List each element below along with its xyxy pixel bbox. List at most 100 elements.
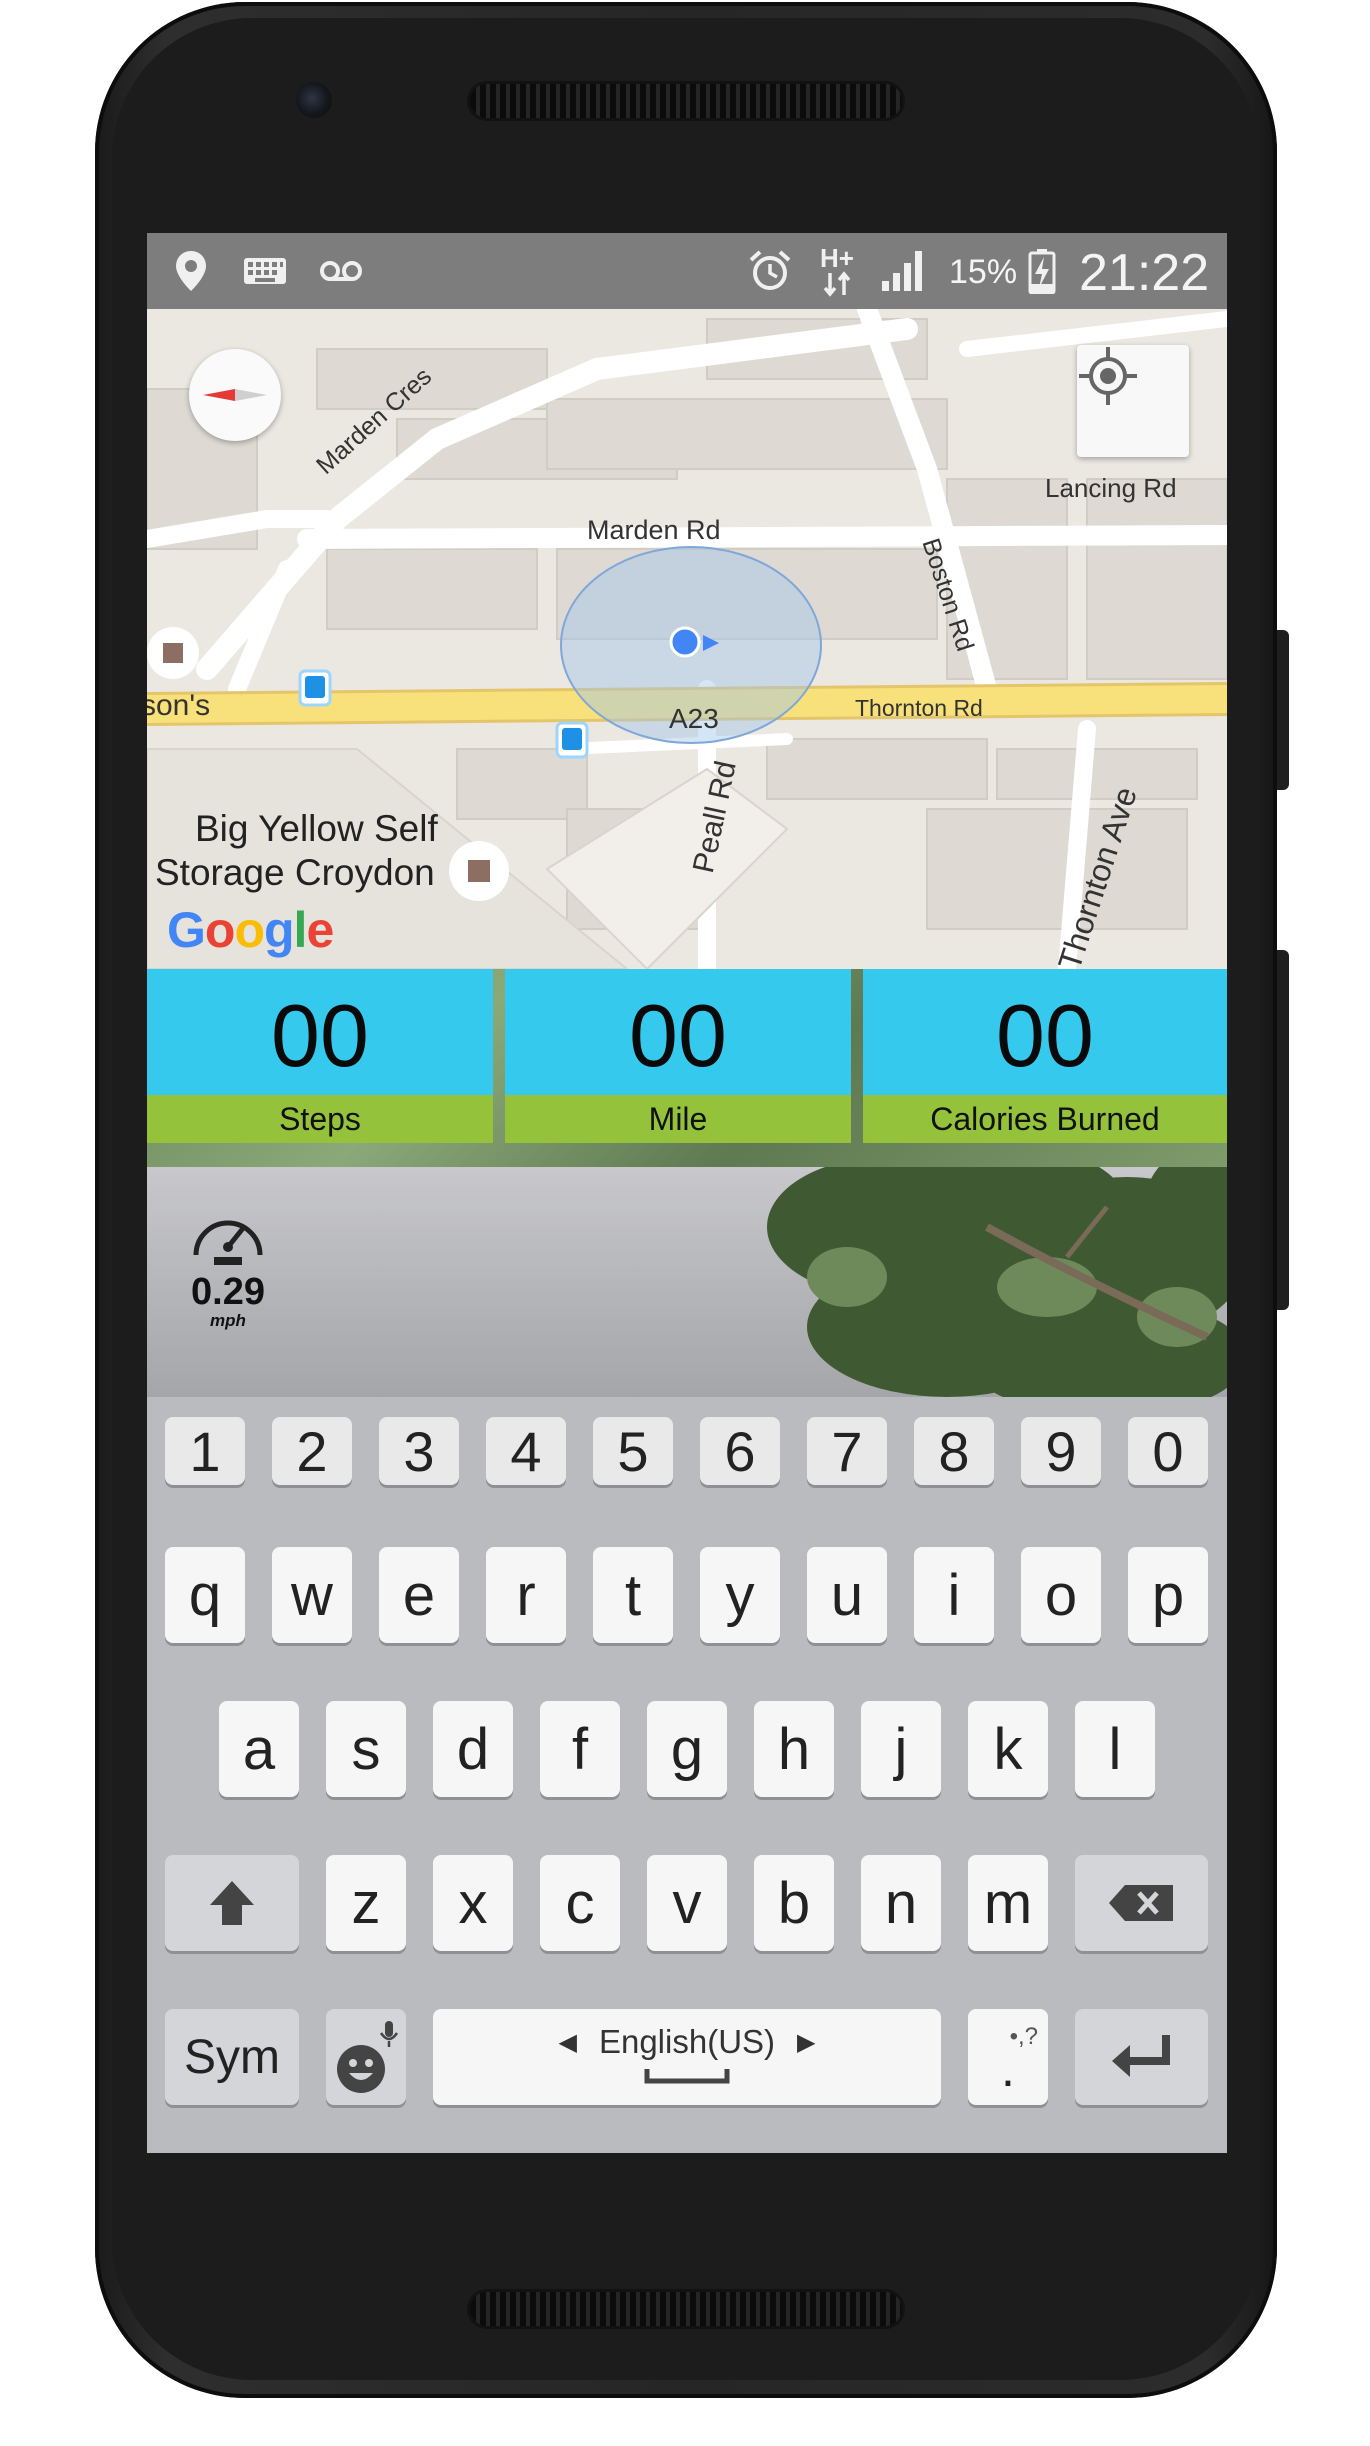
voicemail-icon	[317, 249, 365, 293]
poi-label-line1: Big Yellow Self	[195, 808, 438, 849]
enter-key[interactable]	[1075, 2009, 1208, 2105]
enter-icon	[1111, 2035, 1170, 2077]
signal-bars-icon	[879, 249, 931, 293]
location-pin-icon	[171, 249, 211, 293]
key-t[interactable]: t	[593, 1547, 673, 1643]
power-button[interactable]	[1277, 630, 1289, 790]
emoji-mic-icon	[337, 2021, 399, 2093]
next-language-icon: ▶	[797, 2028, 816, 2056]
key-g[interactable]: g	[647, 1701, 727, 1797]
poi-marker-icon[interactable]	[147, 627, 199, 679]
key-c[interactable]: c	[540, 1855, 620, 1951]
key-5[interactable]: 5	[593, 1417, 673, 1485]
space-language-label: English(US)	[598, 2023, 776, 2060]
emoji-key[interactable]	[326, 2009, 406, 2105]
crosshair-icon	[1079, 347, 1137, 405]
speed-unit: mph	[210, 1311, 246, 1330]
key-x[interactable]: x	[433, 1855, 513, 1951]
key-f[interactable]: f	[540, 1701, 620, 1797]
key-r[interactable]: r	[486, 1547, 566, 1643]
key-w[interactable]: w	[272, 1547, 352, 1643]
key-y[interactable]: y	[700, 1547, 780, 1643]
key-e[interactable]: e	[379, 1547, 459, 1643]
key-7[interactable]: 7	[807, 1417, 887, 1485]
poi-label[interactable]: Big Yellow Self Storage Croydon	[155, 807, 438, 895]
key-u[interactable]: u	[807, 1547, 887, 1643]
poi-marker-icon[interactable]	[449, 841, 509, 901]
volume-button[interactable]	[1277, 950, 1289, 1310]
speedometer-widget: 0.29 mph	[183, 1203, 273, 1330]
key-s[interactable]: s	[326, 1701, 406, 1797]
key-k[interactable]: k	[968, 1701, 1048, 1797]
key-9[interactable]: 9	[1021, 1417, 1101, 1485]
key-b[interactable]: b	[754, 1855, 834, 1951]
period-label: .	[1001, 2041, 1015, 2097]
tree-foliage	[767, 1167, 1227, 1397]
steps-value: 00	[147, 969, 493, 1095]
bottom-speaker-grille	[470, 2292, 902, 2326]
bus-stop-icon[interactable]	[555, 721, 589, 759]
space-key[interactable]: ◀ English(US) ▶	[433, 2009, 941, 2105]
key-z[interactable]: z	[326, 1855, 406, 1951]
alarm-clock-icon	[745, 249, 795, 293]
key-a[interactable]: a	[219, 1701, 299, 1797]
clock-time: 21:22	[1079, 244, 1210, 302]
steps-label: Steps	[147, 1095, 493, 1143]
stat-calories: 00 Calories Burned	[863, 969, 1227, 1155]
poi-label-line2: Storage Croydon	[155, 852, 435, 893]
shift-key[interactable]	[165, 1855, 299, 1951]
speed-value: 0.29	[191, 1271, 265, 1313]
key-1[interactable]: 1	[165, 1417, 245, 1485]
key-v[interactable]: v	[647, 1855, 727, 1951]
top-speaker-grille	[470, 84, 902, 118]
spacebar-icon	[644, 2069, 730, 2084]
keyboard-icon	[241, 249, 289, 293]
front-camera	[296, 82, 332, 118]
calories-value: 00	[863, 969, 1227, 1095]
bus-stop-icon[interactable]	[298, 669, 332, 707]
compass-icon	[203, 389, 267, 401]
backspace-key[interactable]	[1075, 1855, 1208, 1951]
key-6[interactable]: 6	[700, 1417, 780, 1485]
shift-arrow-icon	[210, 1881, 254, 1925]
key-3[interactable]: 3	[379, 1417, 459, 1485]
stats-panel: 00 Steps 00 Mile 00 Calories Burned	[147, 969, 1227, 1167]
key-n[interactable]: n	[861, 1855, 941, 1951]
mile-label: Mile	[505, 1095, 851, 1143]
key-i[interactable]: i	[914, 1547, 994, 1643]
period-key[interactable]: •,? .	[968, 2009, 1048, 2105]
key-j[interactable]: j	[861, 1701, 941, 1797]
street-label: Lancing Rd	[1045, 473, 1177, 503]
network-type-label: H+	[820, 243, 854, 273]
stat-steps: 00 Steps	[147, 969, 493, 1155]
street-label: Marden Rd	[587, 515, 721, 545]
symbols-key[interactable]: Sym	[165, 2009, 299, 2105]
mile-value: 00	[505, 969, 851, 1095]
battery-percent: 15%	[949, 253, 1018, 291]
prev-language-icon: ◀	[558, 2028, 577, 2056]
key-l[interactable]: l	[1075, 1701, 1155, 1797]
key-o[interactable]: o	[1021, 1547, 1101, 1643]
key-m[interactable]: m	[968, 1855, 1048, 1951]
battery-charging-icon	[1027, 249, 1057, 294]
camera-preview: 0.29 mph	[147, 1167, 1227, 1397]
key-4[interactable]: 4	[486, 1417, 566, 1485]
network-hplus-icon: H+	[815, 241, 859, 301]
key-0[interactable]: 0	[1128, 1417, 1208, 1485]
compass-button[interactable]	[189, 349, 281, 441]
calories-label: Calories Burned	[863, 1095, 1227, 1143]
street-label: son's	[147, 689, 211, 722]
key-d[interactable]: d	[433, 1701, 513, 1797]
stat-mile: 00 Mile	[505, 969, 851, 1155]
my-location-button[interactable]	[1077, 345, 1189, 457]
key-2[interactable]: 2	[272, 1417, 352, 1485]
street-label: Thornton Rd	[855, 695, 983, 721]
map-view[interactable]: Marden Cres Marden Rd Boston Rd Lancing …	[147, 309, 1227, 969]
key-h[interactable]: h	[754, 1701, 834, 1797]
soft-keyboard: 1 2 3 4 5 6 7 8 9 0 q w e r t y u i o p …	[147, 1397, 1227, 2153]
key-q[interactable]: q	[165, 1547, 245, 1643]
key-8[interactable]: 8	[914, 1417, 994, 1485]
key-p[interactable]: p	[1128, 1547, 1208, 1643]
status-bar: H+ 15% 21:22	[147, 233, 1227, 309]
backspace-icon	[1108, 1885, 1173, 1921]
